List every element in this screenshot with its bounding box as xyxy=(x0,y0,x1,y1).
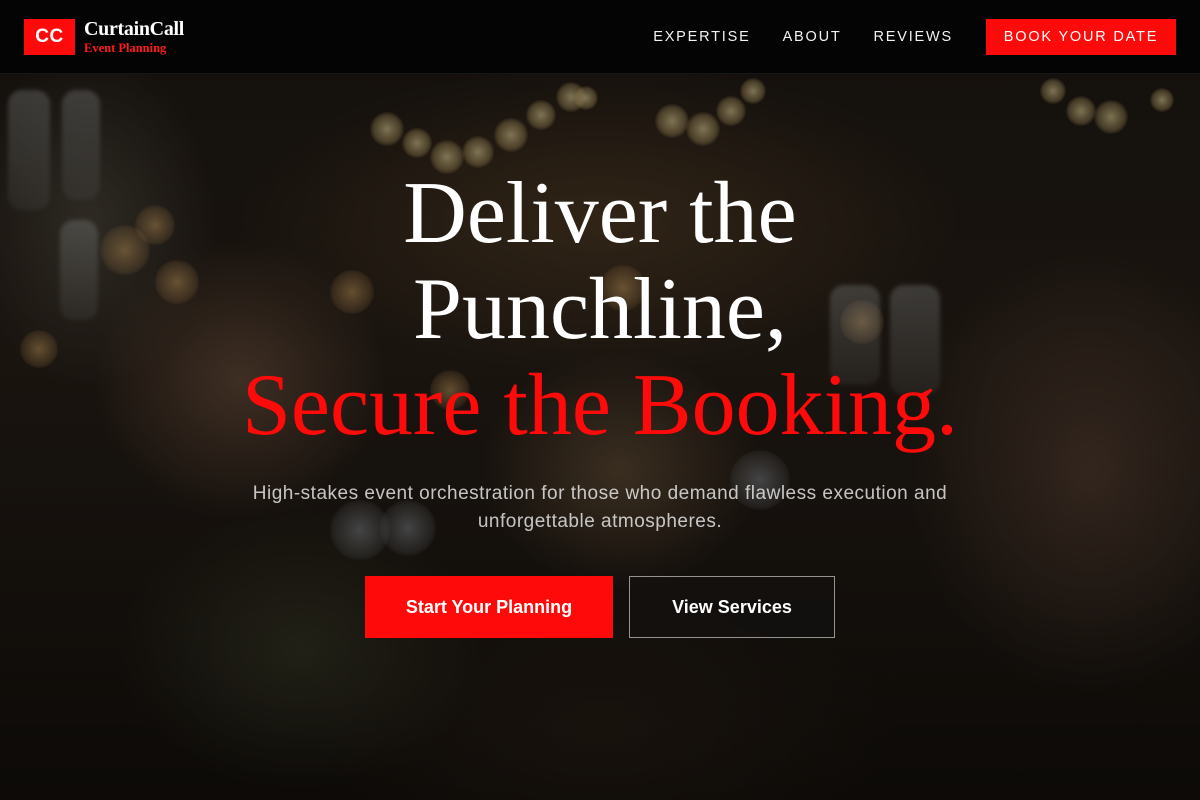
hero-headline: Deliver the Punchline, Secure the Bookin… xyxy=(0,166,1200,454)
nav-link-expertise[interactable]: EXPERTISE xyxy=(653,29,750,45)
nav-link-reviews[interactable]: REVIEWS xyxy=(874,29,953,45)
nav-link-about[interactable]: ABOUT xyxy=(783,29,842,45)
start-planning-button[interactable]: Start Your Planning xyxy=(365,576,613,638)
hero-subtext: High-stakes event orchestration for thos… xyxy=(252,483,948,532)
brand-subtitle: Event Planning xyxy=(84,40,167,55)
nav-links: EXPERTISE ABOUT REVIEWS BOOK YOUR DATE xyxy=(621,18,1176,55)
headline-line-2: Punchline, xyxy=(413,261,787,358)
view-services-button[interactable]: View Services xyxy=(629,576,835,638)
brand-text: CurtainCall Event Planning xyxy=(84,19,184,55)
headline-accent: Secure the Booking. xyxy=(241,357,959,454)
navbar: CC CurtainCall Event Planning EXPERTISE … xyxy=(0,0,1200,74)
hero-cta-row: Start Your Planning View Services xyxy=(0,576,1200,638)
brand-logo[interactable]: CC CurtainCall Event Planning xyxy=(24,18,184,55)
hero-section: Deliver the Punchline, Secure the Bookin… xyxy=(0,74,1200,638)
book-your-date-button[interactable]: BOOK YOUR DATE xyxy=(986,18,1176,55)
brand-name: CurtainCall xyxy=(84,17,185,40)
headline-line-1: Deliver the xyxy=(403,165,797,262)
brand-mark: CC xyxy=(24,18,75,55)
